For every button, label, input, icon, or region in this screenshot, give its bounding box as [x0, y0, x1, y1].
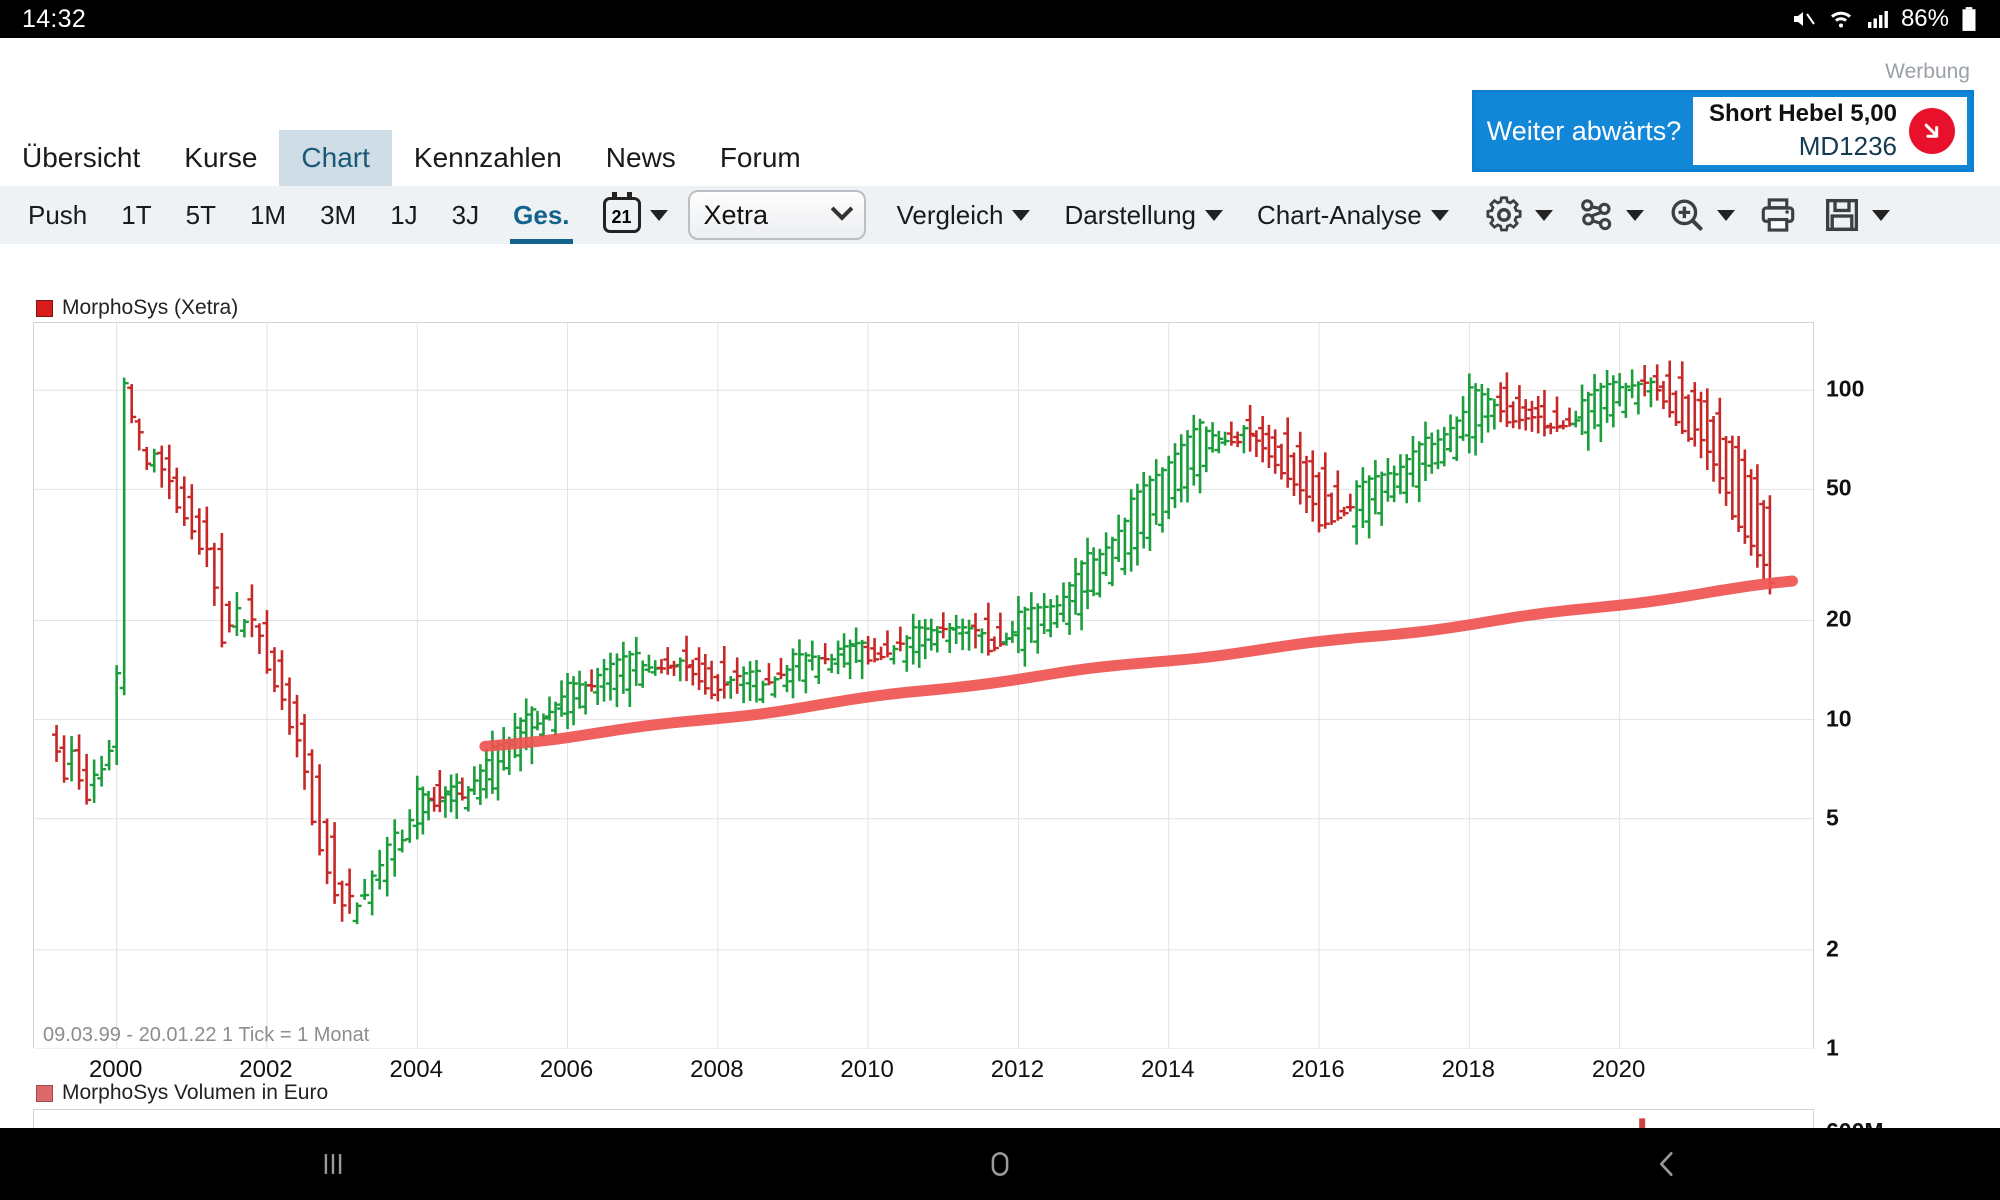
share-nodes-icon: [1580, 199, 1611, 231]
caret-down-icon: [1534, 209, 1553, 221]
x-axis-tick: 2010: [840, 1056, 894, 1083]
mute-icon: [1793, 12, 1815, 26]
chart-ohlc-bars: [52, 360, 1775, 925]
back-icon[interactable]: [1567, 1128, 1767, 1200]
caret-down-icon: [1625, 209, 1644, 221]
battery-icon: [1962, 7, 1976, 31]
ad-product-panel: Short Hebel 5,00 MD1236: [1693, 97, 1967, 165]
x-axis-tick: 2004: [389, 1056, 443, 1083]
recent-apps-icon[interactable]: [233, 1128, 433, 1200]
status-clock: 14:32: [22, 4, 87, 33]
range-button-3m[interactable]: 3M: [303, 186, 373, 244]
arrow-down-right-icon: [1909, 108, 1955, 154]
x-axis-tick: 2008: [690, 1056, 744, 1083]
status-system-icons: 86%: [1790, 5, 1978, 33]
volume-chart-legend: MorphoSys Volumen in Euro: [36, 1081, 328, 1105]
y-axis-tick: 10: [1826, 705, 1852, 732]
nav-item-chart[interactable]: Chart: [279, 130, 392, 186]
range-button-push[interactable]: Push: [0, 186, 104, 244]
menu-chart-analyse[interactable]: Chart-Analyse: [1240, 186, 1466, 244]
x-axis-tick: 2006: [539, 1056, 594, 1083]
save-button[interactable]: [1805, 194, 1896, 236]
volume-legend-label: MorphoSys Volumen in Euro: [62, 1081, 329, 1104]
nav-item-kennzahlen[interactable]: Kennzahlen: [392, 130, 584, 186]
ad-texts: Short Hebel 5,00 MD1236: [1709, 99, 1897, 163]
zoom-in-icon: [1671, 199, 1703, 231]
price-legend-label: MorphoSys (Xetra): [62, 296, 239, 319]
caret-down-icon: [1430, 209, 1449, 221]
caret-down-icon: [1012, 209, 1031, 221]
nav-item-uebersicht[interactable]: Übersicht: [0, 130, 162, 186]
home-icon[interactable]: [900, 1128, 1100, 1200]
menu-darstellung-label: Darstellung: [1064, 199, 1196, 230]
volume-legend-swatch: [36, 1084, 53, 1102]
save-floppy-icon: [1825, 198, 1858, 232]
range-button-1m[interactable]: 1M: [233, 186, 303, 244]
price-chart-legend: MorphoSys (Xetra): [36, 296, 238, 320]
y-axis-tick: 5: [1826, 804, 1839, 831]
y-axis-tick: 50: [1826, 474, 1852, 501]
share-button[interactable]: [1559, 194, 1650, 236]
caret-down-icon: [1716, 209, 1735, 221]
signal-icon: [1867, 11, 1888, 28]
caret-down-icon: [1205, 209, 1223, 221]
chart-toolbar: Push 1T 5T 1M 3M 1J 3J Ges. 21 Xetra Ver…: [0, 186, 2000, 244]
battery-percent-label: 86%: [1900, 5, 1949, 32]
nav-item-news[interactable]: News: [584, 130, 698, 186]
range-button-ges[interactable]: Ges.: [496, 186, 586, 244]
menu-darstellung[interactable]: Darstellung: [1047, 186, 1240, 244]
price-y-axis: 100 50 20 10 5 2 1: [1826, 322, 1946, 1061]
x-axis-tick: 2002: [239, 1056, 293, 1083]
range-button-1j[interactable]: 1J: [373, 186, 434, 244]
ad-product-title: Short Hebel 5,00: [1708, 100, 1897, 127]
y-axis-tick: 20: [1826, 605, 1852, 632]
main-navigation: Übersicht Kurse Chart Kennzahlen News Fo…: [0, 130, 823, 186]
app-content: Werbung Weiter abwärts? Short Hebel 5,00…: [0, 38, 2000, 1166]
range-button-3j[interactable]: 3J: [435, 186, 496, 244]
menu-chart-analyse-label: Chart-Analyse: [1257, 199, 1422, 230]
range-button-5t[interactable]: 5T: [169, 186, 233, 244]
nav-item-forum[interactable]: Forum: [698, 130, 823, 186]
calendar-picker[interactable]: 21: [587, 192, 674, 233]
menu-vergleich[interactable]: Vergleich: [880, 186, 1048, 244]
y-axis-tick: 2: [1826, 935, 1839, 962]
x-axis-tick: 2000: [88, 1056, 143, 1083]
ad-product-code: MD1236: [1798, 130, 1897, 161]
price-chart-plot[interactable]: [33, 322, 1815, 1049]
x-axis-tick: 2020: [1591, 1056, 1646, 1083]
y-axis-tick: 1: [1826, 1034, 1839, 1061]
menu-vergleich-label: Vergleich: [896, 199, 1004, 230]
x-axis-tick: 2018: [1441, 1056, 1496, 1083]
settings-button[interactable]: [1466, 193, 1559, 237]
zoom-button[interactable]: [1650, 194, 1741, 236]
wifi-icon: [1830, 11, 1851, 28]
legend-color-swatch: [36, 299, 53, 317]
ad-headline: Weiter abwärts?: [1486, 115, 1682, 146]
exchange-select-value: Xetra: [703, 199, 769, 230]
ad-label: Werbung: [1885, 60, 1970, 83]
exchange-select[interactable]: Xetra: [687, 190, 866, 240]
caret-down-icon: [1871, 209, 1890, 221]
print-button[interactable]: [1741, 194, 1805, 236]
x-axis-tick: 2014: [1141, 1056, 1195, 1083]
chart-range-info: 09.03.99 - 20.01.22 1 Tick = 1 Monat: [43, 1024, 370, 1046]
android-status-bar: 14:32 86%: [0, 0, 2000, 38]
nav-item-kurse[interactable]: Kurse: [162, 130, 279, 186]
chevron-down-icon: [830, 198, 853, 221]
y-axis-tick: 100: [1826, 375, 1865, 402]
price-chart-svg: [34, 323, 1815, 1049]
x-axis-tick: 2016: [1291, 1056, 1345, 1083]
calendar-21-icon: 21: [602, 192, 641, 233]
ad-banner[interactable]: Weiter abwärts? Short Hebel 5,00 MD1236: [1472, 90, 1974, 172]
print-icon: [1761, 198, 1795, 232]
caret-down-icon: [649, 209, 668, 221]
x-axis-tick: 2012: [990, 1056, 1045, 1083]
settings-gear-icon: [1486, 196, 1522, 232]
android-nav-bar: [0, 1128, 2000, 1200]
range-button-1t[interactable]: 1T: [104, 186, 168, 244]
advertisement[interactable]: Werbung Weiter abwärts? Short Hebel 5,00…: [1472, 60, 1974, 172]
